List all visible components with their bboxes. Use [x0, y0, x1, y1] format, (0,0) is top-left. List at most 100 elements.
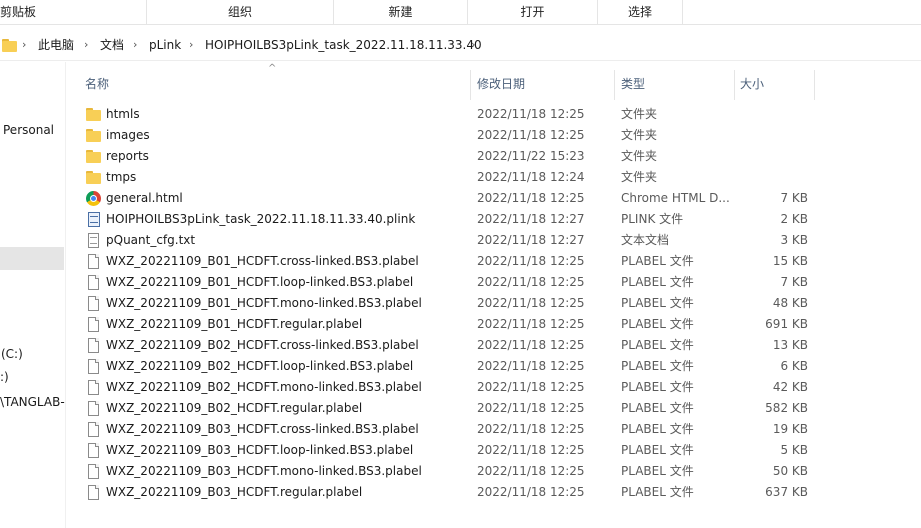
file-name: WXZ_20221109_B01_HCDFT.regular.plabel	[106, 317, 363, 331]
file-type: PLABEL 文件	[621, 485, 694, 499]
file-size: 48 KB	[772, 296, 808, 310]
breadcrumb-plink[interactable]: pLink	[149, 37, 181, 53]
plink-file-icon	[86, 212, 101, 227]
file-row[interactable]: WXZ_20221109_B01_HCDFT.mono-linked.BS3.p…	[84, 293, 814, 314]
file-type: PLABEL 文件	[621, 317, 694, 331]
file-icon	[86, 317, 101, 332]
file-name: WXZ_20221109_B03_HCDFT.regular.plabel	[106, 485, 363, 499]
column-header-name[interactable]: 名称	[85, 70, 465, 100]
file-row[interactable]: pQuant_cfg.txt 2022/11/18 12:27 文本文档 3 KB	[84, 230, 814, 251]
file-name: WXZ_20221109_B02_HCDFT.loop-linked.BS3.p…	[106, 359, 414, 373]
nav-item-selected[interactable]	[0, 247, 64, 270]
file-type: 文件夹	[621, 149, 658, 163]
file-modified-date: 2022/11/18 12:25	[477, 107, 585, 121]
file-size: 50 KB	[772, 464, 808, 478]
file-type: 文件夹	[621, 107, 658, 121]
ribbon-group-organize[interactable]: 组织	[147, 0, 334, 25]
ribbon-group-open[interactable]: 打开	[468, 0, 598, 25]
nav-item-c-drive[interactable]: (C:)	[1, 345, 23, 363]
nav-item-drive[interactable]: :)	[0, 368, 9, 386]
file-icon	[86, 443, 101, 458]
ribbon-group-new[interactable]: 新建	[334, 0, 468, 25]
breadcrumb-separator: ›	[133, 38, 138, 51]
file-list: htmls 2022/11/18 12:25 文件夹 images 2022/11/18…	[84, 104, 814, 503]
file-row[interactable]: WXZ_20221109_B02_HCDFT.regular.plabel 202…	[84, 398, 814, 419]
file-modified-date: 2022/11/18 12:25	[477, 380, 585, 394]
column-divider[interactable]	[470, 70, 471, 100]
file-name: WXZ_20221109_B02_HCDFT.mono-linked.BS3.p…	[106, 380, 422, 394]
file-type: 文件夹	[621, 128, 658, 142]
file-row[interactable]: WXZ_20221109_B03_HCDFT.regular.plabel 202…	[84, 482, 814, 503]
file-row[interactable]: WXZ_20221109_B03_HCDFT.mono-linked.BS3.p…	[84, 461, 814, 482]
file-row[interactable]: WXZ_20221109_B01_HCDFT.regular.plabel 202…	[84, 314, 814, 335]
file-modified-date: 2022/11/18 12:27	[477, 233, 585, 247]
file-icon	[86, 275, 101, 290]
file-icon	[86, 422, 101, 437]
file-row[interactable]: reports 2022/11/22 15:23 文件夹	[84, 146, 814, 167]
file-size: 637 KB	[765, 485, 808, 499]
nav-item-personal[interactable]: Personal	[3, 121, 54, 139]
breadcrumb-task-folder[interactable]: HOIPHOILBS3pLink_task_2022.11.18.11.33.4…	[205, 37, 482, 53]
ribbon-group-select[interactable]: 选择	[598, 0, 683, 25]
file-modified-date: 2022/11/22 15:23	[477, 149, 585, 163]
file-modified-date: 2022/11/18 12:25	[477, 296, 585, 310]
file-icon	[86, 464, 101, 479]
file-row[interactable]: general.html 2022/11/18 12:25 Chrome HTML …	[84, 188, 814, 209]
file-size: 582 KB	[765, 401, 808, 415]
column-header-date[interactable]: 修改日期	[477, 70, 607, 100]
file-type: 文本文档	[621, 233, 670, 247]
text-file-icon	[86, 233, 101, 248]
file-type: PLABEL 文件	[621, 380, 694, 394]
file-modified-date: 2022/11/18 12:25	[477, 191, 585, 205]
file-name: WXZ_20221109_B03_HCDFT.loop-linked.BS3.p…	[106, 443, 414, 457]
ribbon-group-clipboard[interactable]: 剪贴板	[0, 0, 147, 25]
file-modified-date: 2022/11/18 12:27	[477, 212, 585, 226]
file-row[interactable]: WXZ_20221109_B02_HCDFT.cross-linked.BS3.…	[84, 335, 814, 356]
chrome-icon	[86, 191, 101, 206]
file-size: 13 KB	[772, 338, 808, 352]
file-row[interactable]: tmps 2022/11/18 12:24 文件夹	[84, 167, 814, 188]
file-name: pQuant_cfg.txt	[106, 233, 196, 247]
file-icon	[86, 254, 101, 269]
file-row[interactable]: WXZ_20221109_B03_HCDFT.cross-linked.BS3.…	[84, 419, 814, 440]
file-size: 6 KB	[780, 359, 808, 373]
file-name: WXZ_20221109_B01_HCDFT.cross-linked.BS3.…	[106, 254, 419, 268]
file-name: images	[106, 128, 150, 142]
file-row[interactable]: WXZ_20221109_B01_HCDFT.cross-linked.BS3.…	[84, 251, 814, 272]
nav-item-network-share[interactable]: \TANGLAB-	[0, 393, 65, 411]
file-row[interactable]: WXZ_20221109_B03_HCDFT.loop-linked.BS3.p…	[84, 440, 814, 461]
file-size: 691 KB	[765, 317, 808, 331]
file-size: 3 KB	[780, 233, 808, 247]
ribbon-group-labels: 剪贴板 组织 新建 打开 选择	[0, 0, 921, 25]
file-type: PLABEL 文件	[621, 422, 694, 436]
file-type: PLABEL 文件	[621, 275, 694, 289]
file-size: 42 KB	[772, 380, 808, 394]
column-divider[interactable]	[814, 70, 815, 100]
breadcrumb-separator: ›	[189, 38, 194, 51]
column-divider[interactable]	[734, 70, 735, 100]
breadcrumb-documents[interactable]: 文档	[100, 37, 124, 53]
file-modified-date: 2022/11/18 12:25	[477, 338, 585, 352]
file-row[interactable]: WXZ_20221109_B02_HCDFT.mono-linked.BS3.p…	[84, 377, 814, 398]
file-name: tmps	[106, 170, 137, 184]
file-type: Chrome HTML D...	[621, 191, 730, 205]
breadcrumb-this-pc[interactable]: 此电脑	[38, 37, 74, 53]
breadcrumb-separator: ›	[471, 38, 476, 51]
file-icon	[86, 485, 101, 500]
file-name: WXZ_20221109_B02_HCDFT.cross-linked.BS3.…	[106, 338, 419, 352]
file-row[interactable]: htmls 2022/11/18 12:25 文件夹	[84, 104, 814, 125]
file-icon	[86, 380, 101, 395]
column-header-type[interactable]: 类型	[621, 70, 731, 100]
file-type: PLABEL 文件	[621, 443, 694, 457]
file-row[interactable]: WXZ_20221109_B02_HCDFT.loop-linked.BS3.p…	[84, 356, 814, 377]
file-size: 7 KB	[780, 191, 808, 205]
file-modified-date: 2022/11/18 12:25	[477, 422, 585, 436]
file-name: reports	[106, 149, 149, 163]
column-divider[interactable]	[614, 70, 615, 100]
file-row[interactable]: images 2022/11/18 12:25 文件夹	[84, 125, 814, 146]
column-header-size[interactable]: 大小	[740, 70, 810, 100]
file-modified-date: 2022/11/18 12:25	[477, 359, 585, 373]
file-row[interactable]: WXZ_20221109_B01_HCDFT.loop-linked.BS3.p…	[84, 272, 814, 293]
file-row[interactable]: HOIPHOILBS3pLink_task_2022.11.18.11.33.4…	[84, 209, 814, 230]
address-bar[interactable]: › 此电脑 › 文档 › pLink › HOIPHOILBS3pLink_ta…	[0, 29, 921, 61]
